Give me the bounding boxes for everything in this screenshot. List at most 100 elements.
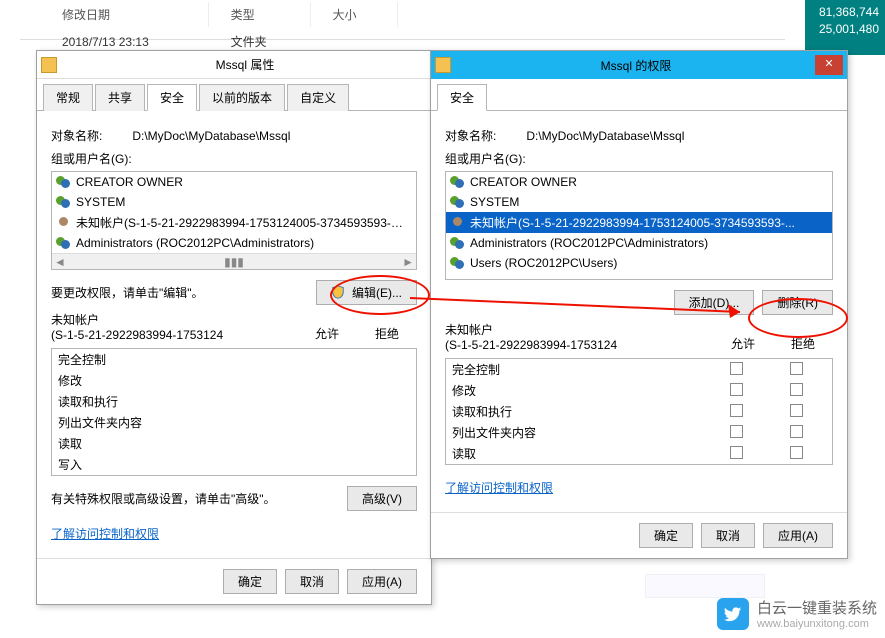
permissions-titlebar[interactable]: Mssql 的权限 ✕ — [431, 51, 847, 79]
allow-checkbox[interactable] — [730, 446, 743, 459]
groups-listbox[interactable]: CREATOR OWNER SYSTEM 未知帐户(S-1-5-21-29229… — [445, 171, 833, 280]
groups-label: 组或用户名(G): — [51, 150, 417, 167]
perm-name: 读取和执行 — [58, 393, 290, 410]
edit-button-label: 编辑(E)... — [352, 286, 402, 300]
watermark-url: www.baiyunxitong.com — [757, 618, 877, 630]
help-link[interactable]: 了解访问控制和权限 — [445, 479, 553, 496]
apply-button[interactable]: 应用(A) — [763, 523, 833, 548]
list-item-label: SYSTEM — [76, 195, 125, 209]
close-button[interactable]: ✕ — [815, 55, 843, 75]
apply-button[interactable]: 应用(A) — [347, 569, 417, 594]
allow-checkbox[interactable] — [730, 362, 743, 375]
list-item-label: Administrators (ROC2012PC\Administrators… — [76, 236, 314, 250]
properties-tabs: 常规 共享 安全 以前的版本 自定义 — [37, 79, 431, 111]
list-item[interactable]: SYSTEM — [446, 192, 832, 212]
tab-security[interactable]: 安全 — [147, 84, 197, 111]
ok-button[interactable]: 确定 — [223, 569, 277, 594]
tab-sharing[interactable]: 共享 — [95, 84, 145, 111]
users-icon — [450, 255, 466, 271]
desktop-side-stats: 81,368,744 25,001,480 — [805, 0, 885, 55]
perm-row: 写入 — [52, 454, 416, 475]
permissions-button-bar: 确定 取消 应用(A) — [431, 512, 847, 558]
perm-row: 列出文件夹内容 — [52, 412, 416, 433]
perm-name: 完全控制 — [58, 351, 290, 368]
perm-row: 读取和执行 — [446, 401, 832, 422]
permissions-dialog: Mssql 的权限 ✕ 安全 对象名称: D:\MyDoc\MyDatabase… — [430, 50, 848, 559]
list-item-label: 未知帐户(S-1-5-21-2922983994-1753124005-3734… — [470, 214, 795, 231]
list-item-label: SYSTEM — [470, 195, 519, 209]
perm-row: 修改 — [446, 380, 832, 401]
allow-checkbox[interactable] — [730, 383, 743, 396]
deny-checkbox[interactable] — [790, 425, 803, 438]
perm-name: 列出文件夹内容 — [58, 414, 290, 431]
remove-button[interactable]: 删除(R) — [762, 290, 833, 315]
list-item[interactable]: 未知帐户(S-1-5-21-2922983994-1753124005-3734… — [52, 212, 416, 233]
tab-previous-versions[interactable]: 以前的版本 — [199, 84, 285, 111]
list-item[interactable]: Users (ROC2012PC\Users) — [446, 253, 832, 273]
add-button[interactable]: 添加(D)... — [674, 290, 755, 315]
allow-header: 允许 — [297, 325, 357, 342]
allow-checkbox[interactable] — [730, 425, 743, 438]
groups-label: 组或用户名(G): — [445, 150, 833, 167]
edit-button[interactable]: 编辑(E)... — [316, 280, 417, 305]
deny-checkbox[interactable] — [790, 383, 803, 396]
users-icon — [450, 235, 466, 251]
tab-security[interactable]: 安全 — [437, 84, 487, 111]
list-item-label: Users (ROC2012PC\Users) — [470, 256, 617, 270]
watermark-logo-icon — [717, 598, 749, 630]
stat-2: 25,001,480 — [811, 21, 879, 38]
list-item-label: CREATOR OWNER — [76, 175, 183, 189]
tab-customize[interactable]: 自定义 — [287, 84, 349, 111]
list-item[interactable]: Administrators (ROC2012PC\Administrators… — [52, 233, 416, 253]
allow-checkbox[interactable] — [730, 404, 743, 417]
perm-row: 列出文件夹内容 — [446, 422, 832, 443]
deny-checkbox[interactable] — [790, 404, 803, 417]
properties-title: Mssql 属性 — [63, 56, 427, 73]
permissions-title: Mssql 的权限 — [457, 57, 815, 74]
folder-icon — [41, 57, 57, 73]
perm-name: 修改 — [58, 372, 290, 389]
permissions-for-label-1: 未知帐户 — [51, 311, 297, 328]
deny-header: 拒绝 — [773, 335, 833, 352]
permissions-for-label-2: (S-1-5-21-2922983994-1753124 — [51, 328, 297, 342]
groups-listbox[interactable]: CREATOR OWNER SYSTEM 未知帐户(S-1-5-21-29229… — [51, 171, 417, 270]
perm-row: 完全控制 — [52, 349, 416, 370]
perm-name: 读取和执行 — [452, 403, 706, 420]
col-size[interactable]: 大小 — [313, 2, 398, 27]
object-path: D:\MyDoc\MyDatabase\Mssql — [526, 129, 684, 143]
object-name-label: 对象名称: — [51, 127, 102, 144]
deny-checkbox[interactable] — [790, 362, 803, 375]
col-modified[interactable]: 修改日期 — [42, 2, 209, 27]
users-icon — [56, 174, 72, 190]
permissions-tabs: 安全 — [431, 79, 847, 111]
col-type[interactable]: 类型 — [211, 2, 311, 27]
deny-checkbox[interactable] — [790, 446, 803, 459]
list-item-label: CREATOR OWNER — [470, 175, 577, 189]
perm-name: 读取 — [452, 445, 706, 462]
ok-button[interactable]: 确定 — [639, 523, 693, 548]
users-icon — [56, 235, 72, 251]
perm-name: 列出文件夹内容 — [452, 424, 706, 441]
perm-row: 读取 — [52, 433, 416, 454]
users-icon — [56, 194, 72, 210]
properties-titlebar[interactable]: Mssql 属性 — [37, 51, 431, 79]
cancel-button[interactable]: 取消 — [285, 569, 339, 594]
deny-header: 拒绝 — [357, 325, 417, 342]
list-item[interactable]: SYSTEM — [52, 192, 416, 212]
watermark: 白云一键重装系统 www.baiyunxitong.com — [717, 597, 877, 630]
tab-general[interactable]: 常规 — [43, 84, 93, 111]
cancel-button[interactable]: 取消 — [701, 523, 755, 548]
taskbar-preview-hint — [645, 574, 765, 598]
advanced-button[interactable]: 高级(V) — [347, 486, 417, 511]
horizontal-scrollbar[interactable]: ◄▮▮▮► — [52, 253, 416, 269]
perm-row: 完全控制 — [446, 359, 832, 380]
list-item-selected[interactable]: 未知帐户(S-1-5-21-2922983994-1753124005-3734… — [446, 212, 832, 233]
advanced-hint: 有关特殊权限或高级设置，请单击"高级"。 — [51, 490, 347, 507]
permissions-for-label-1: 未知帐户 — [445, 321, 713, 338]
list-item[interactable]: Administrators (ROC2012PC\Administrators… — [446, 233, 832, 253]
list-item[interactable]: CREATOR OWNER — [446, 172, 832, 192]
perm-name: 写入 — [58, 456, 290, 473]
perm-row: 读取和执行 — [52, 391, 416, 412]
help-link[interactable]: 了解访问控制和权限 — [51, 525, 159, 542]
list-item[interactable]: CREATOR OWNER — [52, 172, 416, 192]
